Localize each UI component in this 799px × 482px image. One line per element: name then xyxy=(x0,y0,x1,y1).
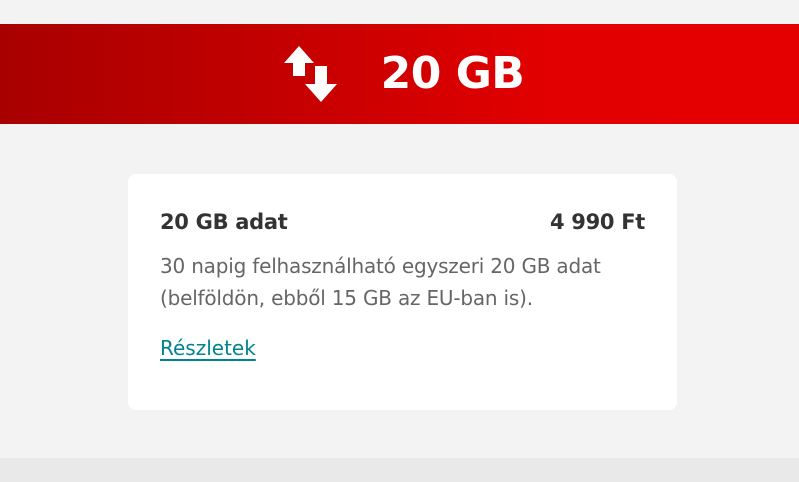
offer-price: 4 990 Ft xyxy=(549,210,645,234)
offer-card-header: 20 GB adat 4 990 Ft xyxy=(160,210,645,234)
data-transfer-arrows-icon xyxy=(283,46,337,102)
page: 20 GB 20 GB adat 4 990 Ft 30 napig felha… xyxy=(0,0,799,482)
offer-banner: 20 GB xyxy=(0,24,799,124)
offer-card: 20 GB adat 4 990 Ft 30 napig felhasználh… xyxy=(128,174,677,410)
banner-content: 20 GB xyxy=(281,42,525,106)
upload-arrow-icon xyxy=(283,46,314,76)
offer-title: 20 GB adat xyxy=(160,210,288,234)
offer-description: 30 napig felhasználható egyszeri 20 GB a… xyxy=(160,254,601,310)
download-arrow-icon xyxy=(304,66,337,102)
details-link[interactable]: Részletek xyxy=(160,336,256,360)
banner-title: 20 GB xyxy=(380,48,525,99)
